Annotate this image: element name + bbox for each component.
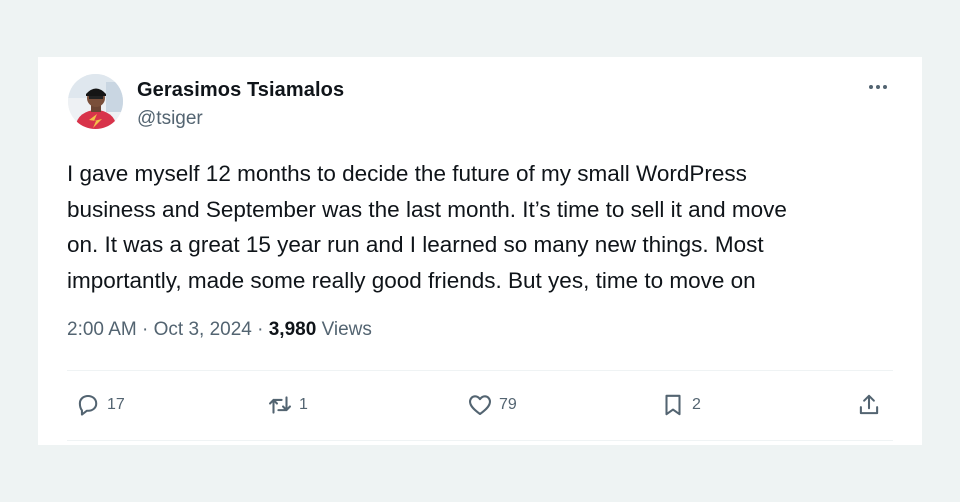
bottom-divider [67, 440, 893, 441]
more-button[interactable] [864, 75, 892, 99]
heart-icon [469, 395, 491, 416]
reply-button[interactable]: 17 [75, 392, 125, 418]
avatar[interactable] [68, 74, 123, 129]
more-icon [869, 85, 887, 89]
tweet-meta: 2:00 AM · Oct 3, 2024 · 3,980 Views [67, 319, 372, 341]
reply-count: 17 [107, 396, 125, 413]
divider [67, 370, 893, 371]
like-button[interactable]: 79 [467, 392, 517, 418]
bookmark-button[interactable]: 2 [660, 392, 701, 418]
avatar-image [68, 74, 123, 129]
share-button[interactable] [856, 392, 882, 418]
reply-icon [78, 394, 98, 416]
author-handle[interactable]: @tsiger [137, 108, 203, 130]
meta-separator: · [257, 319, 264, 340]
tweet-time[interactable]: 2:00 AM [67, 319, 137, 340]
share-icon [859, 394, 879, 415]
like-count: 79 [499, 396, 517, 413]
retweet-count: 1 [299, 396, 308, 413]
tweet-date[interactable]: Oct 3, 2024 [154, 319, 252, 340]
tweet-text: I gave myself 12 months to decide the fu… [67, 161, 787, 293]
views-count: 3,980 [268, 319, 317, 340]
views-label: Views [321, 319, 372, 340]
bookmark-count: 2 [692, 396, 701, 413]
retweet-icon [269, 396, 291, 414]
meta-separator: · [142, 319, 149, 340]
author-name[interactable]: Gerasimos Tsiamalos [137, 79, 344, 102]
tweet-card: Gerasimos Tsiamalos @tsiger I gave mysel… [38, 57, 922, 445]
bookmark-icon [665, 394, 681, 416]
retweet-button[interactable]: 1 [267, 392, 308, 418]
